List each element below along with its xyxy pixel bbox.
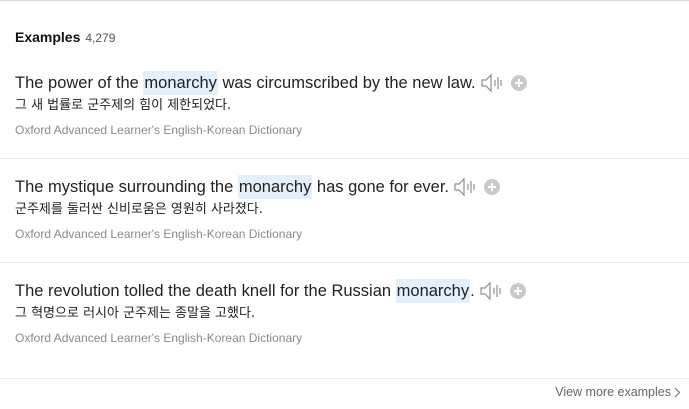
example-translation: 그 혁명으로 러시아 군주제는 종말을 고했다. [15,306,256,321]
example-item: The mystique surrounding the monarchy ha… [15,175,689,242]
sentence-text-after: was circumscribed by the new law. [217,74,476,92]
sentence-text-before: The mystique surrounding the [15,178,238,196]
highlighted-keyword[interactable]: monarchy [237,175,313,199]
example-item: The revolution tolled the death knell fo… [15,279,689,346]
example-source: Oxford Advanced Learner's English-Korean… [15,123,303,137]
sentence-text-before: The revolution tolled the death knell fo… [15,282,396,300]
example-translation: 군주제를 둘러싼 신비로움은 영원히 사라졌다. [15,202,263,217]
highlighted-keyword[interactable]: monarchy [143,71,218,95]
view-more-examples-link[interactable]: View more examples [555,385,681,399]
speaker-icon[interactable] [480,73,505,93]
divider [0,378,689,379]
examples-header: Examples 4,279 [15,29,115,47]
sentence-text-after: has gone for ever. [312,178,450,196]
add-to-wordbook-icon[interactable] [509,283,526,299]
example-sentence: The revolution tolled the death knell fo… [15,279,689,303]
top-border [0,0,689,1]
example-source: Oxford Advanced Learner's English-Korean… [15,227,303,241]
speaker-icon[interactable] [454,177,478,197]
sentence-text-before: The power of the [15,74,144,92]
example-sentence: The mystique surrounding the monarchy ha… [15,175,689,199]
add-to-wordbook-icon[interactable] [510,75,527,91]
examples-title: Examples [15,29,81,45]
chevron-right-icon [674,387,681,398]
highlighted-keyword[interactable]: monarchy [395,279,471,303]
speaker-icon[interactable] [480,281,504,301]
example-item: The power of the monarchy was circumscri… [15,71,689,138]
view-more-label: View more examples [555,385,671,399]
divider [0,262,689,263]
example-sentence: The power of the monarchy was circumscri… [15,71,689,95]
example-source: Oxford Advanced Learner's English-Korean… [15,331,303,345]
examples-count: 4,279 [85,31,116,45]
divider [0,158,689,159]
sentence-text-after: . [470,282,475,300]
example-translation: 그 새 법률로 군주제의 힘이 제한되었다. [15,98,232,113]
add-to-wordbook-icon[interactable] [484,179,501,195]
